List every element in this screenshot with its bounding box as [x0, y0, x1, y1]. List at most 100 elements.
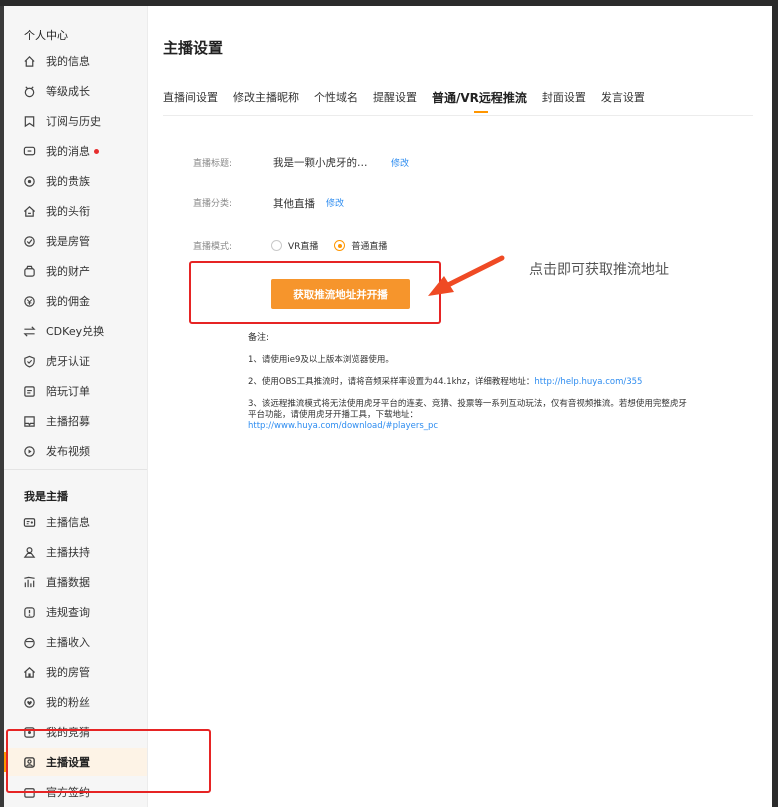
sidebar-item-room-manager[interactable]: 我是房管 [4, 227, 147, 255]
sidebar-item-label: 订阅与历史 [46, 115, 101, 128]
check-circle-icon [22, 234, 36, 248]
sidebar-item-noble[interactable]: 我的贵族 [4, 167, 147, 195]
unread-dot [94, 148, 99, 154]
radio-normal-live-label: 普通直播 [351, 242, 388, 252]
sidebar-item-label: CDKey兑换 [46, 325, 105, 338]
sidebar-item-streamer-info[interactable]: 主播信息 [4, 508, 147, 536]
sidebar-item-label: 我的财产 [46, 265, 90, 278]
message-icon [22, 144, 36, 158]
exchange-icon [22, 324, 36, 338]
sidebar-item-label: 主播招募 [46, 415, 90, 428]
sidebar-item-label: 陪玩订单 [46, 385, 90, 398]
edit-title-link[interactable]: 修改 [391, 156, 409, 169]
sidebar-item-label: 违规查询 [46, 606, 90, 619]
support-icon [22, 545, 36, 559]
note-3: 3、该远程推流模式将无法使用虎牙平台的连麦、竞猜、投票等一系列互动玩法，仅有音视… [248, 399, 688, 432]
note-2: 2、使用OBS工具推流时，请将音频采样率设置为44.1khz，详细教程地址：ht… [248, 377, 688, 388]
tab-room-settings[interactable]: 直播间设置 [163, 89, 218, 117]
edit-category-link[interactable]: 修改 [326, 196, 344, 209]
radio-normal-live[interactable] [334, 240, 346, 251]
sidebar-section-streamer: 我是主播 [24, 490, 68, 503]
bookmark-icon [22, 114, 36, 128]
sidebar-item-messages[interactable]: 我的消息 [4, 137, 147, 165]
sidebar-item-commission[interactable]: 我的佣金 [4, 287, 147, 315]
sidebar: 个人中心 我的信息 等级成长 订阅与历史 我的消息 我的贵族 我的头衔 我是房管… [4, 6, 148, 807]
tab-custom-domain[interactable]: 个性域名 [314, 89, 358, 117]
recruit-icon [22, 414, 36, 428]
commission-icon [22, 294, 36, 308]
tab-chat-settings[interactable]: 发言设置 [601, 89, 645, 117]
sidebar-item-label: 等级成长 [46, 85, 90, 98]
id-card-icon [22, 515, 36, 529]
live-category-label: 直播分类: [193, 199, 233, 209]
annotation-arrow-icon [428, 255, 505, 296]
sidebar-item-income[interactable]: 主播收入 [4, 628, 147, 656]
sidebar-item-recruit[interactable]: 主播招募 [4, 407, 147, 435]
sidebar-item-huya-verify[interactable]: 虎牙认证 [4, 347, 147, 375]
sidebar-divider [4, 469, 147, 470]
annotation-text: 点击即可获取推流地址 [529, 262, 669, 278]
sidebar-item-label: 我的佣金 [46, 295, 90, 308]
radio-vr-live[interactable] [271, 240, 282, 251]
live-category-value: 其他直播 [273, 198, 315, 210]
sidebar-item-my-info[interactable]: 我的信息 [4, 47, 147, 75]
download-link[interactable]: http://www.huya.com/download/#players_pc [248, 421, 438, 431]
sidebar-item-fans[interactable]: 我的粉丝 [4, 688, 147, 716]
sidebar-item-label: 我的房管 [46, 666, 90, 679]
note-2-text: 2、使用OBS工具推流时，请将音频采样率设置为44.1khz，详细教程地址： [248, 377, 535, 387]
tab-remote-push[interactable]: 普通/VR远程推流 [432, 89, 527, 117]
sidebar-item-label: 我的粉丝 [46, 696, 90, 709]
live-mode-label: 直播模式: [193, 242, 233, 252]
sidebar-item-label: 我是房管 [46, 235, 90, 248]
sidebar-item-label: 发布视频 [46, 445, 90, 458]
sidebar-item-label: 我的信息 [46, 55, 90, 68]
tab-cover-settings[interactable]: 封面设置 [542, 89, 586, 117]
sidebar-item-title[interactable]: 我的头衔 [4, 197, 147, 225]
sidebar-item-subscriptions[interactable]: 订阅与历史 [4, 107, 147, 135]
highlight-box-sidebar [6, 729, 211, 793]
house-icon [22, 665, 36, 679]
home-icon [22, 54, 36, 68]
page-title: 主播设置 [163, 39, 224, 57]
order-icon [22, 384, 36, 398]
sidebar-item-publish-video[interactable]: 发布视频 [4, 437, 147, 465]
live-mode-radio-group: VR直播 普通直播 [271, 239, 387, 252]
note-1: 1、请使用ie9及以上版本浏览器使用。 [248, 355, 394, 365]
sidebar-item-label: 主播收入 [46, 636, 90, 649]
sidebar-item-cdkey[interactable]: CDKey兑换 [4, 317, 147, 345]
noble-icon [22, 174, 36, 188]
sidebar-item-live-data[interactable]: 直播数据 [4, 568, 147, 596]
tab-reminder-settings[interactable]: 提醒设置 [373, 89, 417, 117]
settings-tabs: 直播间设置 修改主播昵称 个性域名 提醒设置 普通/VR远程推流 封面设置 发言… [163, 89, 660, 117]
tabs-divider [163, 115, 753, 116]
window-right-edge [772, 0, 778, 807]
play-icon [22, 444, 36, 458]
sidebar-item-label: 主播信息 [46, 516, 90, 529]
help-link[interactable]: http://help.huya.com/355 [534, 377, 642, 387]
chart-icon [22, 575, 36, 589]
radio-vr-live-label: VR直播 [288, 242, 319, 252]
title-icon [22, 204, 36, 218]
live-title-label: 直播标题: [193, 159, 233, 169]
sidebar-item-violation[interactable]: 违规查询 [4, 598, 147, 626]
sidebar-item-level[interactable]: 等级成长 [4, 77, 147, 105]
growth-icon [22, 84, 36, 98]
sidebar-item-property[interactable]: 我的财产 [4, 257, 147, 285]
sidebar-item-label: 我的贵族 [46, 175, 90, 188]
alert-icon [22, 605, 36, 619]
sidebar-item-label: 我的头衔 [46, 205, 90, 218]
get-push-url-button[interactable]: 获取推流地址并开播 [271, 279, 410, 309]
sidebar-item-label: 我的消息 [46, 145, 90, 158]
sidebar-item-label: 虎牙认证 [46, 355, 90, 368]
sidebar-item-label: 直播数据 [46, 576, 90, 589]
sidebar-item-label: 主播扶持 [46, 546, 90, 559]
live-title-value: 我是一颗小虎牙的… [273, 157, 368, 169]
sidebar-item-orders[interactable]: 陪玩订单 [4, 377, 147, 405]
notes-title: 备注: [248, 333, 270, 343]
sidebar-item-support[interactable]: 主播扶持 [4, 538, 147, 566]
tab-change-nickname[interactable]: 修改主播昵称 [233, 89, 299, 117]
sidebar-item-my-managers[interactable]: 我的房管 [4, 658, 147, 686]
shield-icon [22, 354, 36, 368]
fans-icon [22, 695, 36, 709]
note-3-text: 3、该远程推流模式将无法使用虎牙平台的连麦、竞猜、投票等一系列互动玩法，仅有音视… [248, 399, 687, 420]
